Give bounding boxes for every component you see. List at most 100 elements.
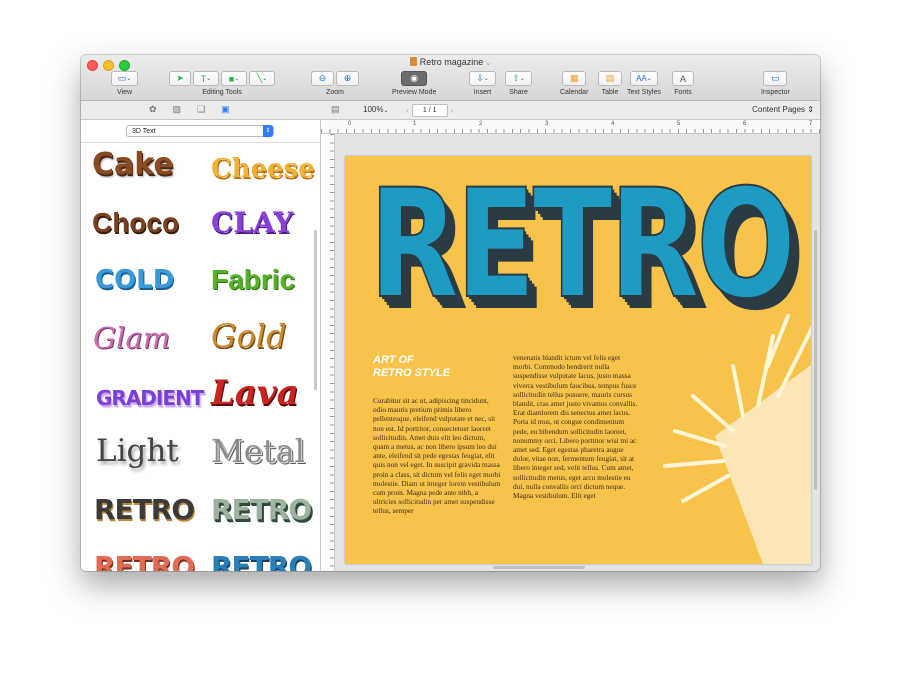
calendar-button[interactable]: ▦ [562, 71, 587, 86]
chevron-down-icon: ⌄ [519, 76, 525, 82]
zoom-out-button[interactable]: ⊖ [311, 71, 334, 86]
chevron-down-icon: ⌄ [262, 76, 268, 82]
hero-title[interactable]: RETRO [368, 169, 796, 321]
font-icon: A [679, 73, 686, 84]
chevron-down-icon: ⌄ [485, 60, 492, 67]
calendar-group: ▦ Calendar [560, 71, 589, 96]
shape-tool-button[interactable]: ■ ⌄ [221, 71, 247, 86]
toolbar: Retro magazine ⌄ ▭ ⌄ View ➤ T ⌄ ■ ⌄ ╲ ⌄ Editi… [81, 55, 820, 101]
style-fabric[interactable]: Fabric [211, 263, 295, 297]
style-metal[interactable]: Metal [211, 434, 305, 468]
style-category-select[interactable]: 3D Text ⇕ [126, 125, 274, 137]
style-lava[interactable]: Lava [211, 376, 299, 410]
chevron-down-icon: ⌄ [206, 76, 212, 82]
style-light[interactable]: Light [96, 434, 179, 468]
chevron-down-icon: ⌄ [383, 108, 389, 114]
fonts-button[interactable]: A [672, 71, 694, 86]
page-number-field[interactable]: 1 / 1 [411, 104, 448, 117]
chevron-down-icon: ⌄ [646, 76, 652, 82]
table-icon: ▤ [605, 73, 615, 83]
content-pages-select[interactable]: Content Pages ⇕ [752, 105, 814, 114]
zoom-in-icon: ⊕ [343, 73, 352, 83]
page-thumbnails-icon[interactable]: ▤ [331, 104, 340, 115]
article-column-2[interactable]: venenatis blandit ictum vel felis eget m… [513, 353, 639, 500]
ruler-mark: 3 [545, 121, 549, 127]
ruler-mark: 0 [348, 121, 352, 127]
text-tool-button[interactable]: T ⌄ [193, 71, 219, 86]
vertical-scrollbar[interactable] [814, 230, 817, 490]
ruler-mark: 7 [809, 121, 813, 127]
article-column-1[interactable]: Curabitur sit ac ut, adipiscing tincidun… [373, 396, 501, 516]
sidebar-scrollbar[interactable] [314, 230, 317, 390]
inspector-group: ▭ Inspector [761, 71, 790, 96]
style-cold[interactable]: COLD [95, 263, 174, 297]
select-tool-button[interactable]: ➤ [169, 71, 191, 86]
next-page-icon[interactable]: › [451, 106, 454, 115]
style-retro-teal[interactable]: RETRO [211, 493, 312, 527]
table-button[interactable]: ▤ [598, 71, 622, 86]
text-style-library: 3D Text ⇕ Cake Cheese Choco CLAY COLD Fa… [81, 120, 321, 571]
sunburst-graphic [663, 314, 811, 564]
document-icon [409, 57, 417, 66]
zoom-select[interactable]: 100%⌄ [363, 105, 389, 114]
ruler-mark: 1 [413, 121, 417, 127]
document-canvas: 0 1 2 3 4 5 6 7 RETRO ART OF RETRO STYLE… [321, 120, 820, 571]
sunray [691, 394, 735, 433]
previous-page-icon[interactable]: ‹ [406, 106, 409, 115]
insert-button[interactable]: ⇩ ⌄ [469, 71, 496, 86]
text-style-icon[interactable]: ▣ [221, 104, 230, 115]
sunray [731, 364, 745, 418]
table-group: ▤ Table [598, 71, 622, 96]
zoom-out-icon: ⊖ [318, 73, 327, 83]
ruler-mark: 5 [677, 121, 681, 127]
format-bar: ✿ ▨ ❏ ▣ ▤ 100%⌄ ‹ 1 / 1 › Content Pages … [81, 101, 820, 120]
style-cheese[interactable]: Cheese [211, 152, 315, 186]
style-gold[interactable]: Gold [211, 319, 287, 353]
text-styles-group: AA ⌄ Text Styles [627, 71, 661, 96]
ruler-mark: 4 [611, 121, 615, 127]
zoom-in-button[interactable]: ⊕ [336, 71, 359, 86]
style-retro-dark[interactable]: RETRO [94, 493, 195, 527]
chevron-down-icon: ⌄ [483, 76, 489, 82]
fonts-group: A Fonts [672, 71, 694, 96]
calendar-icon: ▦ [569, 73, 579, 83]
insert-group: ⇩ ⌄ Insert [469, 71, 496, 96]
chevron-down-icon: ⌄ [234, 76, 240, 82]
updown-icon: ⇕ [807, 105, 814, 114]
inspector-button[interactable]: ▭ [763, 71, 788, 86]
preview-mode-group: ◉ Preview Mode [392, 71, 437, 96]
line-tool-button[interactable]: ╲ ⌄ [249, 71, 275, 86]
image-icon[interactable]: ▨ [173, 104, 182, 115]
share-button[interactable]: ⇧ ⌄ [505, 71, 532, 86]
style-clay[interactable]: CLAY [211, 206, 293, 240]
text-styles-icon: AA [636, 74, 647, 83]
share-icon: ⇧ [512, 73, 520, 83]
horizontal-scrollbar[interactable] [493, 566, 585, 569]
shapes-icon[interactable]: ✿ [149, 104, 157, 115]
style-glam[interactable]: Glam [93, 321, 170, 355]
article-title[interactable]: ART OF RETRO STYLE [373, 354, 450, 380]
style-retro-blue[interactable]: RETRO [211, 550, 312, 571]
sidebar-icon: ▭ [117, 73, 127, 83]
editing-tools-group: ➤ T ⌄ ■ ⌄ ╲ ⌄ Editing Tools [169, 71, 275, 96]
library-tabs: ✿ ▨ ❏ ▣ [149, 104, 230, 115]
style-choco[interactable]: Choco [92, 206, 179, 240]
text-styles-button[interactable]: AA ⌄ [629, 71, 658, 86]
view-button[interactable]: ▭ ⌄ [111, 71, 138, 86]
updown-icon: ⇕ [263, 125, 273, 137]
page-navigator: ‹ 1 / 1 › [406, 104, 453, 117]
style-gradient[interactable]: GRADIENT [96, 381, 204, 415]
horizontal-ruler[interactable]: 0 1 2 3 4 5 6 7 [321, 120, 820, 134]
inspector-icon: ▭ [771, 73, 780, 83]
preview-mode-button[interactable]: ◉ [401, 71, 428, 86]
view-group: ▭ ⌄ View [111, 71, 138, 96]
style-retro-red[interactable]: RETRO [94, 550, 195, 571]
style-cake[interactable]: Cake [92, 148, 174, 182]
layers-icon[interactable]: ❏ [197, 104, 205, 115]
arrow-icon: ➤ [176, 73, 184, 83]
window-title[interactable]: Retro magazine ⌄ [81, 57, 820, 67]
vertical-ruler[interactable] [321, 134, 335, 571]
ruler-mark: 6 [743, 121, 747, 127]
magazine-page[interactable]: RETRO ART OF RETRO STYLE Curabitur sit a… [345, 156, 811, 564]
share-group: ⇧ ⌄ Share [505, 71, 532, 96]
